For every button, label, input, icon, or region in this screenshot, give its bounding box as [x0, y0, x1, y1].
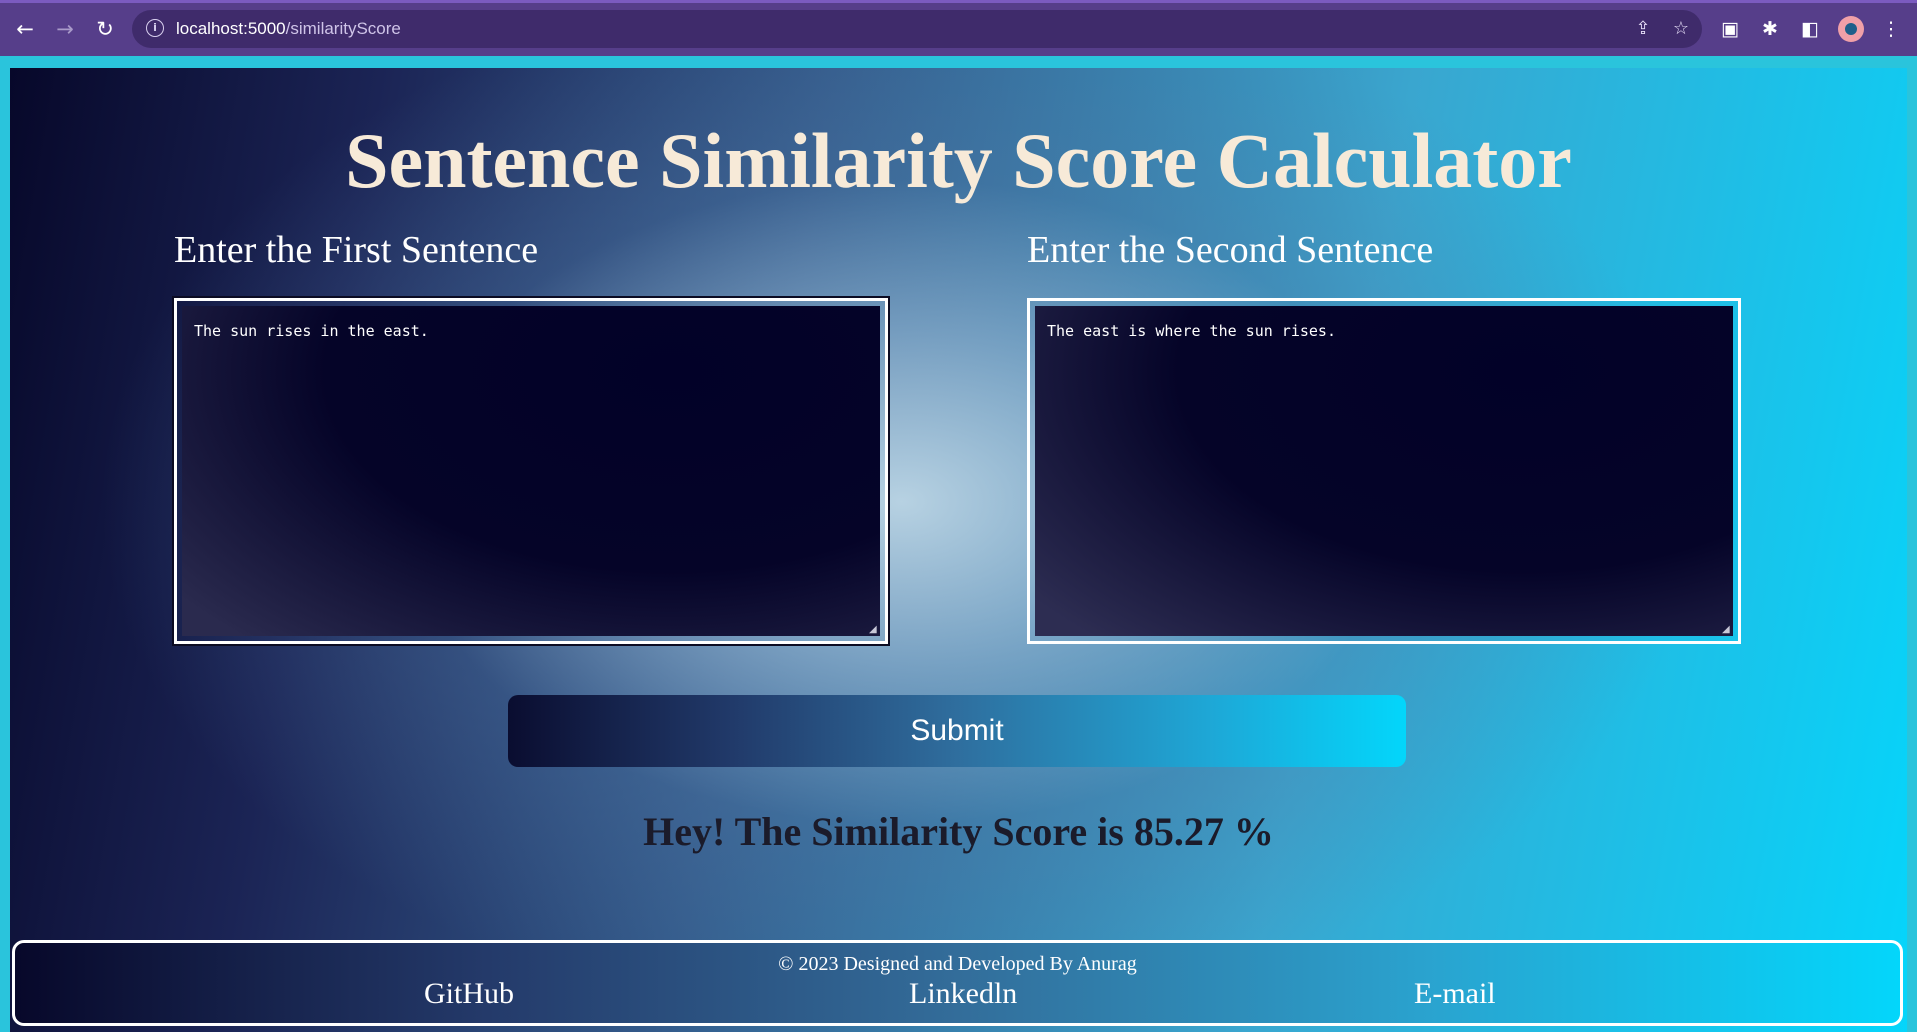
tab-strip [0, 0, 1917, 3]
github-link[interactable]: GitHub [424, 977, 514, 1011]
similarity-result: Hey! The Similarity Score is 85.27 % [643, 809, 1274, 854]
page-title: Sentence Similarity Score Calculator [345, 117, 1572, 204]
submit-button[interactable]: Submit [508, 695, 1406, 767]
copyright-text: © 2023 Designed and Developed By Anurag [778, 953, 1137, 975]
menu-icon[interactable]: ⋮ [1878, 16, 1904, 42]
footer: © 2023 Designed and Developed By Anurag … [12, 940, 1903, 1026]
first-sentence-label: Enter the First Sentence [174, 229, 539, 271]
second-sentence-frame: The east is where the sun rises. ◢ [1027, 298, 1741, 644]
reload-icon[interactable]: ↻ [90, 14, 120, 44]
page-content: Sentence Similarity Score Calculator Ent… [10, 68, 1907, 1032]
second-sentence-label: Enter the Second Sentence [1027, 229, 1434, 271]
second-sentence-input[interactable]: The east is where the sun rises. [1035, 306, 1733, 636]
browser-toolbar: ← → ↻ i localhost:5000/similarityScore ⇪… [0, 0, 1917, 56]
info-icon[interactable]: i [146, 19, 164, 37]
sidepanel-icon[interactable]: ◧ [1797, 16, 1823, 42]
media-icon[interactable]: ▣ [1717, 16, 1743, 42]
address-bar[interactable]: i localhost:5000/similarityScore ⇪ ☆ [132, 10, 1702, 48]
avatar[interactable] [1838, 16, 1864, 42]
resize-handle-icon[interactable]: ◢ [869, 625, 879, 635]
url-path: /similarityScore [285, 19, 401, 38]
forward-arrow-icon[interactable]: → [50, 14, 80, 44]
linkedin-link[interactable]: Linkedln [909, 977, 1017, 1011]
first-sentence-input[interactable]: The sun rises in the east. [182, 306, 880, 636]
back-arrow-icon[interactable]: ← [10, 14, 40, 44]
resize-handle-icon[interactable]: ◢ [1722, 625, 1732, 635]
share-icon[interactable]: ⇪ [1632, 18, 1654, 40]
email-link[interactable]: E-mail [1414, 977, 1496, 1011]
first-sentence-frame: The sun rises in the east. ◢ [172, 296, 890, 646]
star-icon[interactable]: ☆ [1670, 18, 1692, 40]
url-host: localhost:5000 [176, 19, 286, 38]
url-text[interactable]: localhost:5000/similarityScore [176, 19, 401, 39]
extensions-icon[interactable]: ✱ [1757, 16, 1783, 42]
